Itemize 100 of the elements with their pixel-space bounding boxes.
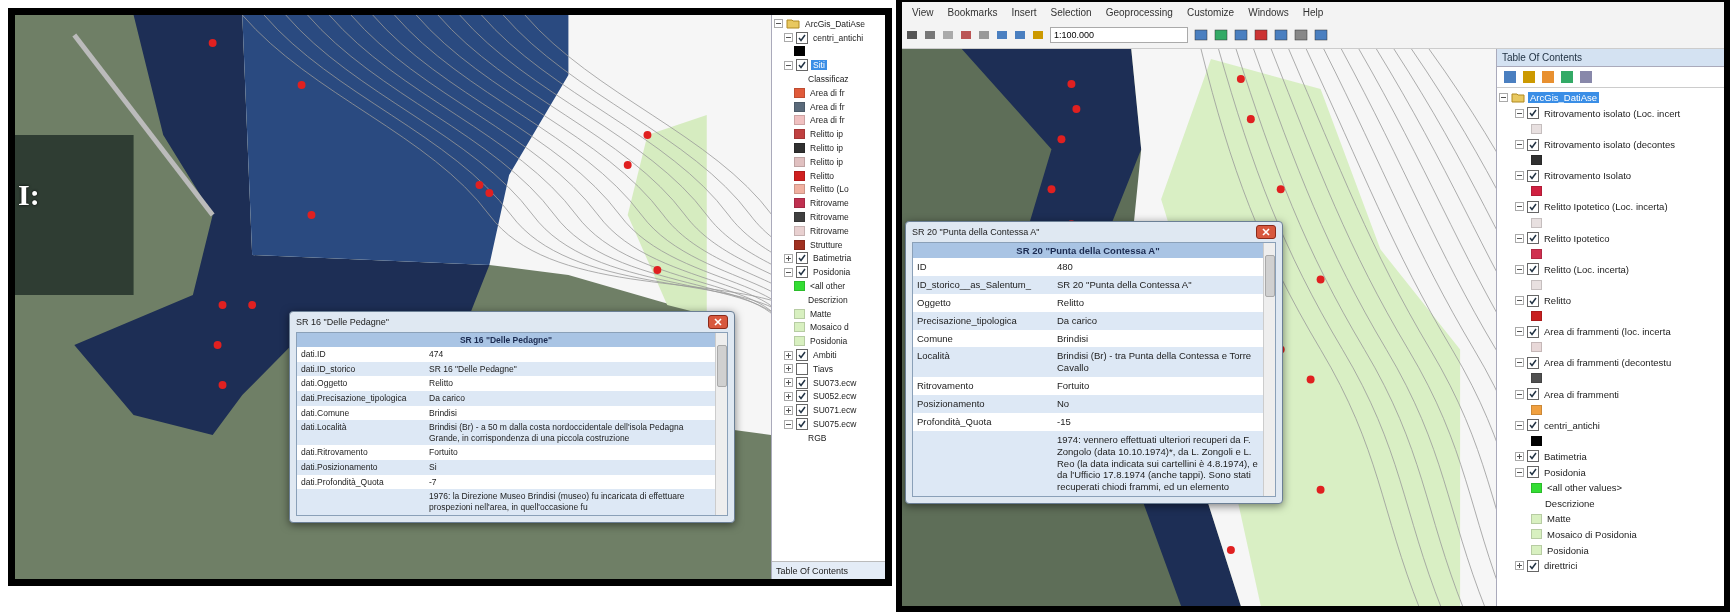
layer-name[interactable]: ArcGis_DatiAse <box>803 18 867 29</box>
layer-checkbox[interactable] <box>796 390 808 403</box>
layer-name[interactable]: SU073.ecw <box>811 377 859 388</box>
layer-name[interactable]: Posidonia <box>1542 466 1588 478</box>
layer-name[interactable]: centri_antichi <box>1542 419 1602 431</box>
expand-toggle[interactable] <box>784 253 793 263</box>
scrollbar[interactable] <box>1263 243 1275 497</box>
layer-checkbox[interactable] <box>1527 559 1539 572</box>
layer-checkbox[interactable] <box>1527 466 1539 479</box>
layer-name[interactable]: Area di frammenti (decontestu <box>1542 357 1674 369</box>
layer-name[interactable]: Area di frammenti (loc. incerta <box>1542 326 1673 338</box>
toolbar-icon[interactable] <box>906 29 918 41</box>
layer-checkbox[interactable] <box>796 59 808 72</box>
scale-field[interactable]: 1:100.000 <box>1050 27 1188 43</box>
layer-checkbox[interactable] <box>1527 169 1539 182</box>
layer-name[interactable]: Batimetria <box>1542 450 1589 462</box>
expand-toggle[interactable] <box>1515 451 1524 461</box>
layer-checkbox[interactable] <box>796 418 808 430</box>
menu-item[interactable]: View <box>912 6 934 18</box>
layer-name[interactable]: Posidonia <box>811 267 853 278</box>
expand-toggle[interactable] <box>1515 358 1524 368</box>
layer-name[interactable]: SU075.ecw <box>811 419 859 429</box>
toolbar-icon[interactable] <box>1234 29 1248 41</box>
scrollbar[interactable] <box>715 333 727 515</box>
layer-name[interactable]: Ritrovamento isolato (decontes <box>1542 139 1677 151</box>
toolbar-icon[interactable] <box>1274 29 1288 41</box>
expand-toggle[interactable] <box>784 405 793 415</box>
layer-name[interactable]: Relitto Ipotetico <box>1542 232 1612 244</box>
layer-name[interactable]: Ritrovamento Isolato <box>1542 170 1634 182</box>
layer-name[interactable]: Ritrovamento isolato (Loc. incert <box>1542 107 1683 119</box>
expand-toggle[interactable] <box>1515 233 1524 243</box>
layer-checkbox[interactable] <box>1527 450 1539 463</box>
toolbar-icon[interactable] <box>924 29 936 41</box>
menu-item[interactable]: Windows <box>1248 6 1289 18</box>
layer-checkbox[interactable] <box>1527 294 1539 307</box>
menu-item[interactable]: Insert <box>1011 6 1037 18</box>
expand-toggle[interactable] <box>1515 420 1524 430</box>
toolbar-icon[interactable] <box>1314 29 1328 41</box>
expand-toggle[interactable] <box>784 350 793 360</box>
expand-toggle[interactable] <box>784 378 793 388</box>
layer-name[interactable]: SU071.ecw <box>811 405 859 416</box>
expand-toggle[interactable] <box>784 364 793 374</box>
layer-name[interactable]: Relitto <box>1542 295 1573 306</box>
layer-name[interactable]: Relitto (Loc. incerta) <box>1542 263 1631 275</box>
expand-toggle[interactable] <box>1515 561 1524 571</box>
expand-toggle[interactable] <box>784 391 793 401</box>
toolbar-icon[interactable] <box>1214 29 1228 41</box>
close-button[interactable] <box>708 315 728 329</box>
layer-checkbox[interactable] <box>796 349 808 361</box>
layer-checkbox[interactable] <box>1527 419 1539 432</box>
menu-item[interactable]: Help <box>1302 6 1324 18</box>
layer-name[interactable]: Relitto Ipotetico (Loc. incerta) <box>1542 201 1670 213</box>
layer-name[interactable]: Tiavs <box>811 363 835 374</box>
layer-name[interactable]: Area di frammenti <box>1542 388 1621 400</box>
layer-checkbox[interactable] <box>796 31 808 44</box>
expand-toggle[interactable] <box>1515 467 1524 477</box>
expand-toggle[interactable] <box>1515 296 1524 305</box>
layer-checkbox[interactable] <box>1527 388 1539 401</box>
layer-name[interactable]: Batimetria <box>811 253 854 264</box>
menu-item[interactable]: Selection <box>1050 6 1092 18</box>
layer-name[interactable]: direttrici <box>1542 560 1580 572</box>
toolbar-icon[interactable] <box>1014 29 1026 41</box>
expand-toggle[interactable] <box>1515 140 1524 150</box>
layer-checkbox[interactable] <box>1527 356 1539 369</box>
expand-toggle[interactable] <box>784 60 793 70</box>
expand-toggle[interactable] <box>1499 93 1508 103</box>
layer-checkbox[interactable] <box>1527 200 1539 213</box>
toc-tab[interactable]: Table Of Contents <box>772 561 885 579</box>
expand-toggle[interactable] <box>784 33 793 43</box>
toc-tool-icon[interactable] <box>1522 70 1536 84</box>
layer-checkbox[interactable] <box>796 266 808 279</box>
toolbar-icon[interactable] <box>1194 29 1208 41</box>
menu-item[interactable]: Bookmarks <box>947 6 998 18</box>
toolbar-icon[interactable] <box>1254 29 1268 41</box>
expand-toggle[interactable] <box>784 267 793 277</box>
menu-item[interactable]: Geoprocessing <box>1105 6 1173 18</box>
expand-toggle[interactable] <box>1515 108 1524 118</box>
toc-tool-icon[interactable] <box>1503 70 1517 84</box>
menu-item[interactable]: Customize <box>1186 6 1235 18</box>
toc-tool-icon[interactable] <box>1560 70 1574 84</box>
toolbar-icon[interactable] <box>996 29 1008 41</box>
toc-tool-icon[interactable] <box>1579 70 1593 84</box>
layer-name[interactable]: Ambiti <box>811 350 839 360</box>
layer-checkbox[interactable] <box>796 252 808 265</box>
layer-checkbox[interactable] <box>1527 107 1539 120</box>
expand-toggle[interactable] <box>1515 327 1524 337</box>
layer-name[interactable]: SU052.ecw <box>811 391 859 402</box>
expand-toggle[interactable] <box>774 19 783 29</box>
expand-toggle[interactable] <box>1515 264 1524 274</box>
layer-checkbox[interactable] <box>1527 325 1539 338</box>
close-button[interactable] <box>1256 225 1276 239</box>
layer-checkbox[interactable] <box>1527 232 1539 245</box>
expand-toggle[interactable] <box>1515 171 1524 181</box>
layer-checkbox[interactable] <box>796 376 808 389</box>
layer-checkbox[interactable] <box>796 404 808 417</box>
layer-name[interactable]: centri_antichi <box>811 32 866 43</box>
layer-checkbox[interactable] <box>1527 263 1539 276</box>
layer-checkbox[interactable] <box>1527 138 1539 151</box>
expand-toggle[interactable] <box>1515 202 1524 212</box>
toolbar-icon[interactable] <box>960 29 972 41</box>
